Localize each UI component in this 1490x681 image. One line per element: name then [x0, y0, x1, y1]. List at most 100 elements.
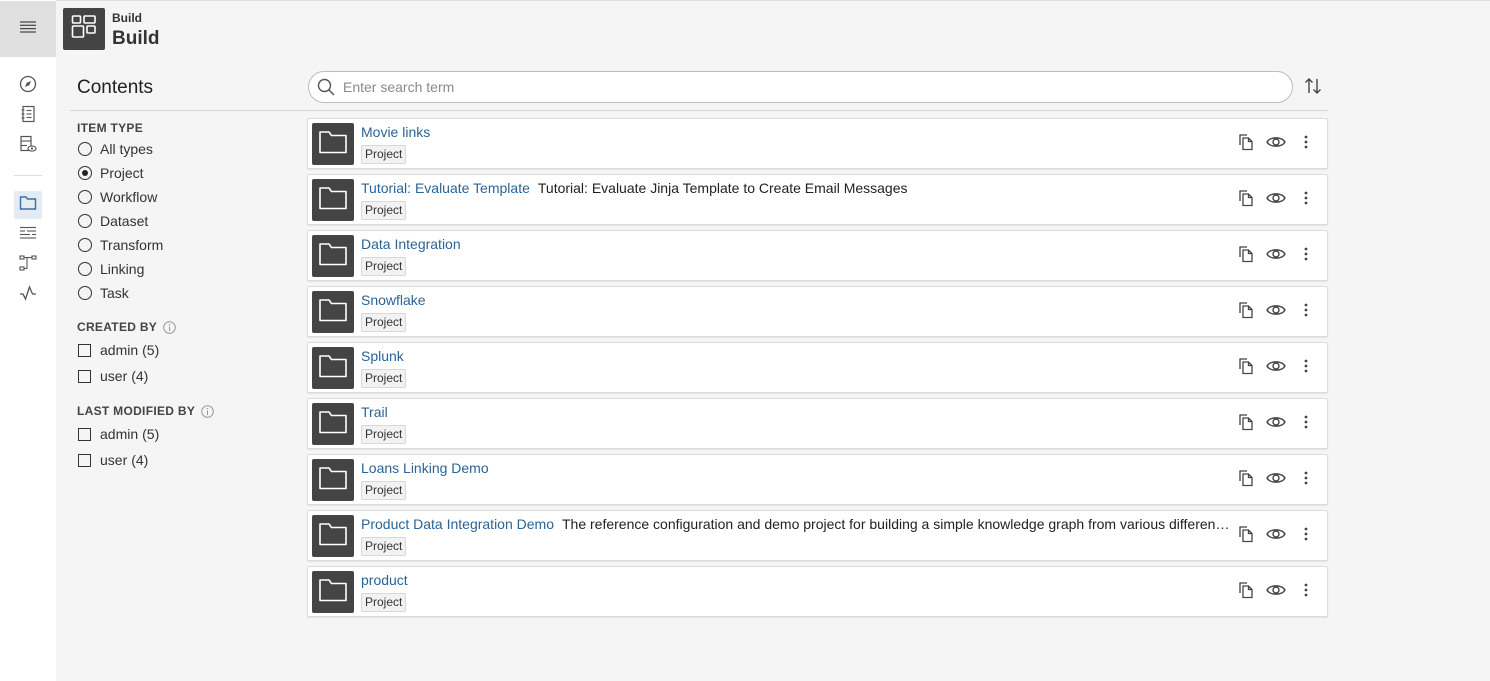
more-options-button[interactable] [1291, 188, 1321, 212]
radio-button[interactable] [78, 286, 92, 300]
checkbox[interactable] [78, 427, 91, 441]
item-name-link[interactable]: Splunk [361, 348, 404, 364]
checkbox-modified-by-user[interactable]: user (4) [78, 452, 148, 468]
search-field[interactable] [308, 71, 1293, 103]
more-options-button[interactable] [1291, 412, 1321, 436]
checkbox[interactable] [78, 343, 91, 357]
clone-button[interactable] [1231, 580, 1261, 604]
more-options-button[interactable] [1291, 300, 1321, 324]
rail-item-activity[interactable] [14, 281, 42, 309]
view-button[interactable] [1261, 244, 1291, 268]
clone-button[interactable] [1231, 188, 1261, 212]
view-button[interactable] [1261, 356, 1291, 380]
rail-item-explore[interactable] [14, 72, 42, 100]
clone-button[interactable] [1231, 356, 1261, 380]
radio-label: Task [100, 285, 129, 301]
breadcrumb[interactable]: Build [112, 11, 142, 25]
checkbox[interactable] [78, 453, 91, 467]
rail-item-projects[interactable] [14, 191, 42, 219]
view-button[interactable] [1261, 132, 1291, 156]
radio-button[interactable] [78, 262, 92, 276]
list-item[interactable]: Splunk Project [307, 342, 1328, 393]
menu-button[interactable] [0, 1, 56, 57]
item-name-link[interactable]: Data Integration [361, 236, 461, 252]
sort-button[interactable] [1300, 75, 1326, 101]
list-item[interactable]: Data Integration Project [307, 230, 1328, 281]
rail-item-rules[interactable] [14, 221, 42, 249]
item-name-link[interactable]: Trail [361, 404, 388, 420]
radio-linking[interactable]: Linking [78, 261, 144, 277]
view-button[interactable] [1261, 468, 1291, 492]
item-name-link[interactable]: Snowflake [361, 292, 426, 308]
clone-button[interactable] [1231, 524, 1261, 548]
view-button[interactable] [1261, 300, 1291, 324]
list-item[interactable]: Tutorial: Evaluate Template Tutorial: Ev… [307, 174, 1328, 225]
clone-button[interactable] [1231, 300, 1261, 324]
view-button[interactable] [1261, 412, 1291, 436]
item-actions [1231, 300, 1321, 324]
rail-item-workflows[interactable] [14, 251, 42, 279]
list-item[interactable]: Product Data Integration Demo The refere… [307, 510, 1328, 561]
more-options-button[interactable] [1291, 580, 1321, 604]
checkbox-created-by-admin[interactable]: admin (5) [78, 342, 159, 358]
item-actions [1231, 244, 1321, 268]
radio-button[interactable] [78, 238, 92, 252]
info-icon[interactable] [201, 404, 214, 418]
clone-icon [1237, 301, 1255, 324]
list-item[interactable]: Loans Linking Demo Project [307, 454, 1328, 505]
checkbox-count: (5) [142, 426, 160, 442]
clone-button[interactable] [1231, 132, 1261, 156]
checkbox-created-by-user[interactable]: user (4) [78, 368, 148, 384]
eye-icon [1266, 191, 1286, 210]
view-button[interactable] [1261, 580, 1291, 604]
more-options-button[interactable] [1291, 468, 1321, 492]
compass-icon [19, 75, 37, 98]
checkbox-label: admin [100, 342, 139, 358]
radio-all-types[interactable]: All types [78, 141, 153, 157]
contents-title: Contents [77, 77, 154, 98]
more-vertical-icon [1304, 303, 1308, 322]
sort-arrows-icon [1304, 77, 1322, 100]
list-item[interactable]: Snowflake Project [307, 286, 1328, 337]
view-button[interactable] [1261, 524, 1291, 548]
radio-button[interactable] [78, 166, 92, 180]
item-name-link[interactable]: Product Data Integration Demo [361, 516, 554, 532]
radio-button[interactable] [78, 214, 92, 228]
item-name-link[interactable]: Tutorial: Evaluate Template [361, 180, 530, 196]
item-name-link[interactable]: Loans Linking Demo [361, 460, 489, 476]
checkbox-label: user [100, 368, 128, 384]
contents-divider [70, 110, 1328, 111]
radio-project[interactable]: Project [78, 165, 144, 181]
radio-task[interactable]: Task [78, 285, 129, 301]
view-button[interactable] [1261, 188, 1291, 212]
more-options-button[interactable] [1291, 244, 1321, 268]
list-item[interactable]: Trail Project [307, 398, 1328, 449]
clone-button[interactable] [1231, 412, 1261, 436]
more-options-button[interactable] [1291, 524, 1321, 548]
radio-workflow[interactable]: Workflow [78, 189, 157, 205]
info-icon[interactable] [163, 320, 176, 334]
radio-button[interactable] [78, 190, 92, 204]
clone-button[interactable] [1231, 244, 1261, 268]
item-name-line: Product Data Integration Demo The refere… [361, 516, 1231, 532]
list-item[interactable]: Movie links Project [307, 118, 1328, 169]
clone-icon [1237, 357, 1255, 380]
build-grid-icon [71, 14, 97, 45]
search-input[interactable] [343, 79, 1243, 95]
rail-item-notebook[interactable] [14, 102, 42, 130]
checkbox-modified-by-admin[interactable]: admin (5) [78, 426, 159, 442]
activity-icon [19, 284, 37, 306]
rail-item-dataset-view[interactable] [14, 132, 42, 160]
item-name-line: Data Integration [361, 236, 1231, 252]
more-options-button[interactable] [1291, 132, 1321, 156]
item-thumbnail [312, 235, 354, 277]
radio-dataset[interactable]: Dataset [78, 213, 148, 229]
radio-transform[interactable]: Transform [78, 237, 163, 253]
more-options-button[interactable] [1291, 356, 1321, 380]
checkbox[interactable] [78, 369, 91, 383]
clone-button[interactable] [1231, 468, 1261, 492]
item-name-link[interactable]: Movie links [361, 124, 430, 140]
radio-button[interactable] [78, 142, 92, 156]
item-name-link[interactable]: product [361, 572, 408, 588]
list-item[interactable]: product Project [307, 566, 1328, 617]
